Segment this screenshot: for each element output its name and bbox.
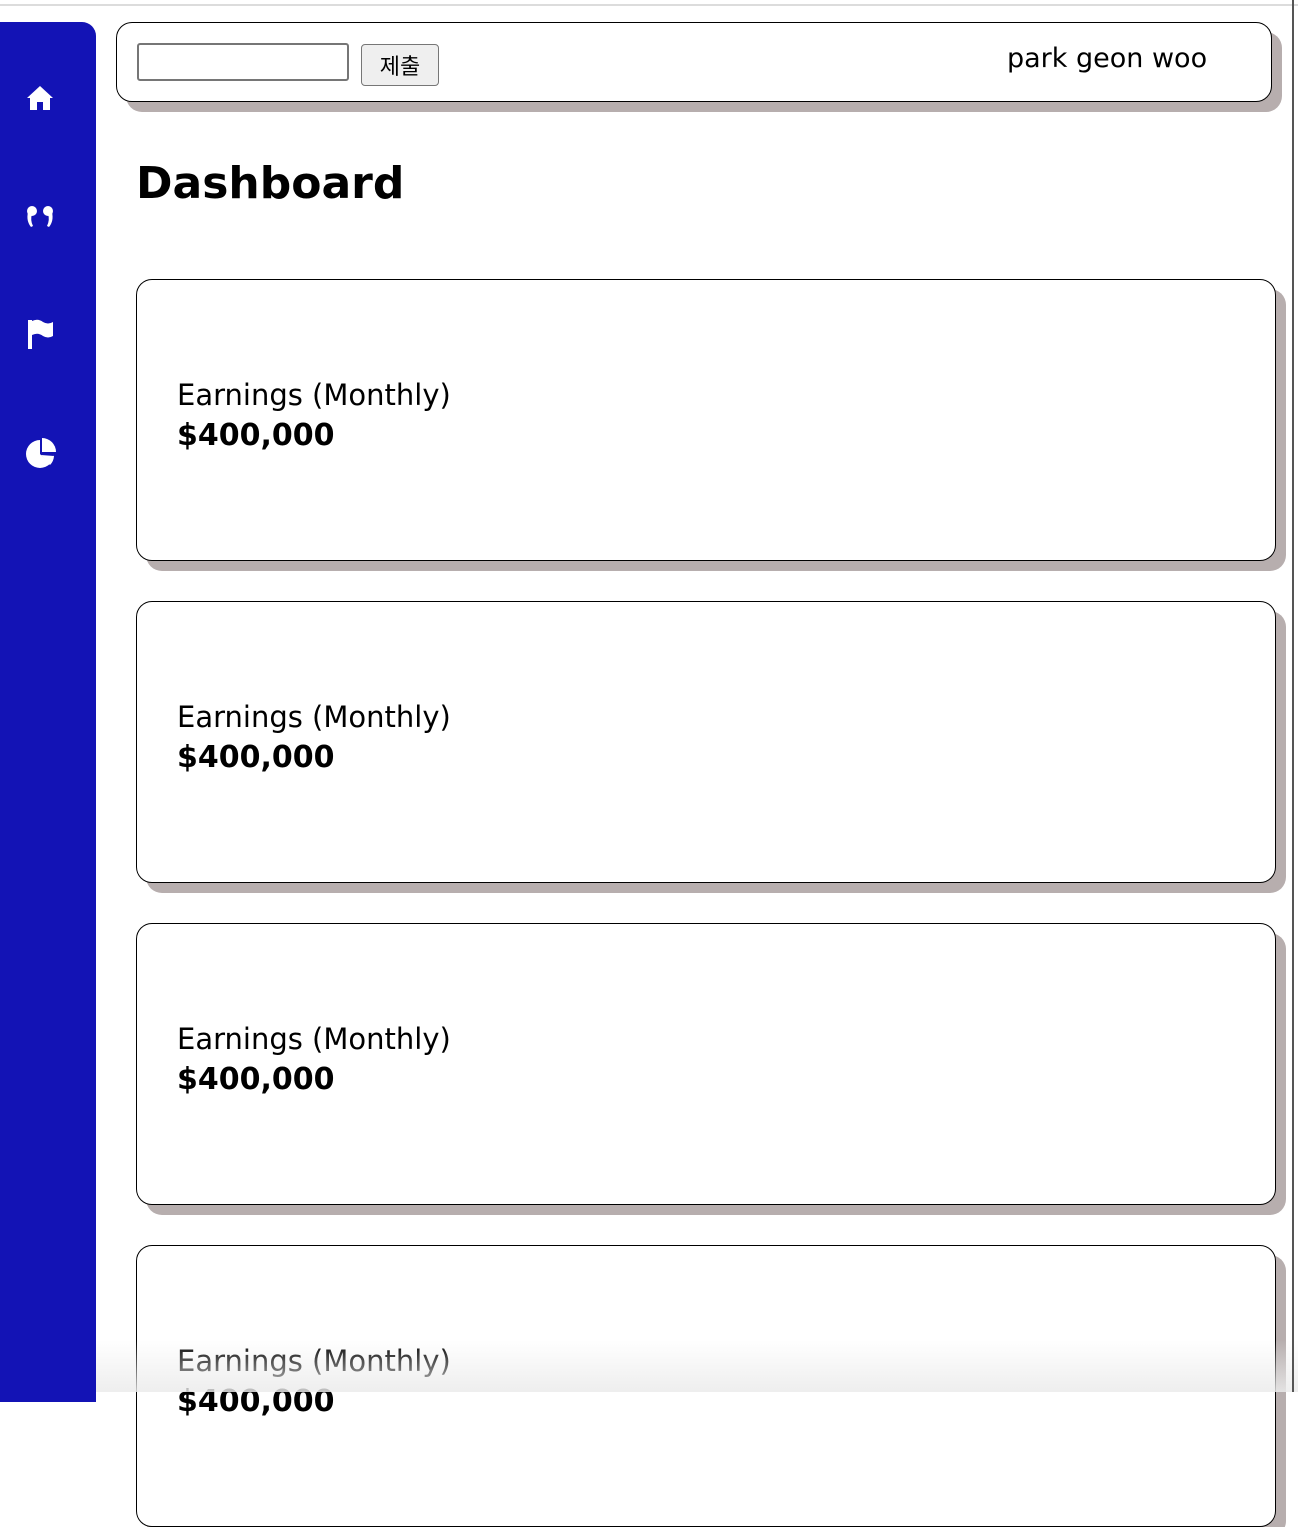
- submit-button[interactable]: 제출: [361, 44, 439, 86]
- pie-chart-icon: [26, 438, 56, 468]
- card-label: Earnings (Monthly): [177, 700, 451, 734]
- search-input[interactable]: [137, 43, 349, 81]
- top-bar: 제출 park geon woo: [116, 22, 1272, 102]
- flag-icon: [28, 319, 53, 349]
- card-value: $400,000: [177, 418, 335, 453]
- earnings-card: Earnings (Monthly) $400,000: [136, 279, 1276, 561]
- card-label: Earnings (Monthly): [177, 1344, 451, 1378]
- sidebar-item-charts[interactable]: [20, 434, 60, 474]
- card-value: $400,000: [177, 740, 335, 775]
- card-value: $400,000: [177, 1062, 335, 1097]
- home-icon: [27, 86, 53, 110]
- window-top-border: [0, 4, 1298, 6]
- card-label: Earnings (Monthly): [177, 1022, 451, 1056]
- sidebar-item-home[interactable]: [20, 78, 60, 118]
- page-title: Dashboard: [136, 158, 405, 209]
- earnings-card: Earnings (Monthly) $400,000: [136, 601, 1276, 883]
- card-value: $400,000: [177, 1384, 335, 1419]
- earnings-card: Earnings (Monthly) $400,000: [136, 1245, 1276, 1527]
- sidebar-item-quotes[interactable]: [20, 196, 60, 236]
- sidebar: [0, 22, 96, 1402]
- user-name: park geon woo: [1007, 43, 1208, 74]
- window-right-border: [1292, 0, 1294, 1392]
- quote-icon: [27, 206, 53, 227]
- card-label: Earnings (Monthly): [177, 378, 451, 412]
- sidebar-item-flag[interactable]: [20, 314, 60, 354]
- earnings-card: Earnings (Monthly) $400,000: [136, 923, 1276, 1205]
